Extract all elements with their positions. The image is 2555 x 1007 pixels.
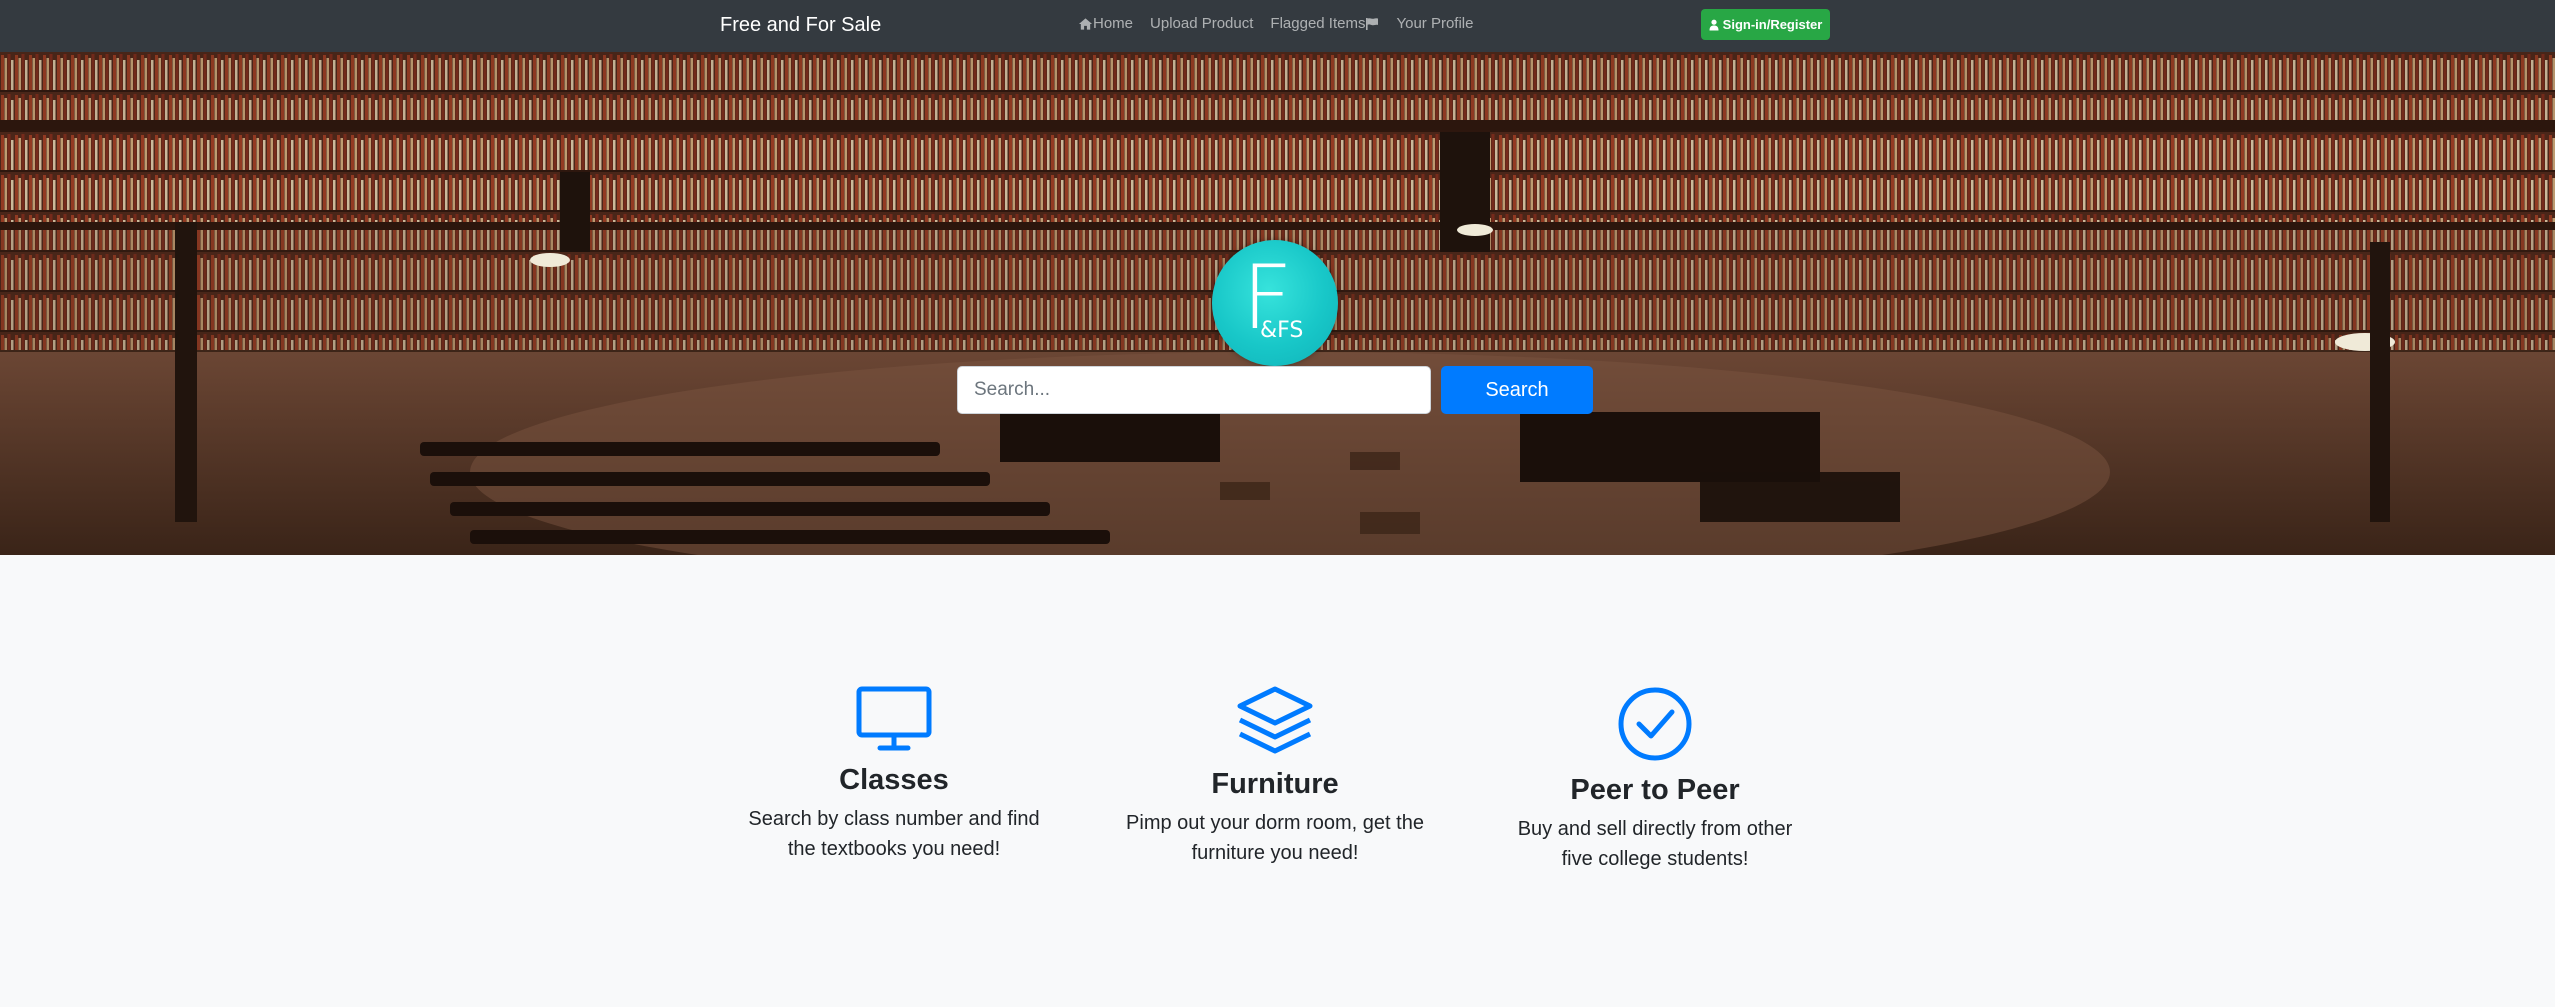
feature-title: Peer to Peer [1570,774,1740,806]
feature-description: Pimp out your dorm room, get the furnitu… [1126,812,1424,864]
feature-description: Search by class number and find the text… [748,808,1040,860]
home-icon [1078,18,1093,30]
logo-subtext: &FS [1260,318,1304,343]
layers-icon [1237,686,1313,754]
nav-profile-link[interactable]: Your Profile [1396,14,1473,34]
nav-home-link[interactable]: Home [1078,14,1133,34]
nav-profile-label: Your Profile [1396,15,1474,32]
ffs-logo: F &FS [1212,240,1338,366]
feature-description: Buy and sell directly from other five co… [1517,818,1793,870]
feature-furniture: Furniture Pimp out your dorm room, get t… [1105,686,1445,868]
nav-upload-link[interactable]: Upload Product [1150,14,1253,34]
search-button[interactable]: Search [1441,366,1593,414]
feature-title: Classes [839,764,949,796]
nav-upload-label: Upload Product [1150,15,1254,32]
search-input[interactable] [957,366,1431,414]
hero-banner: F &FS Search [0,52,2555,555]
signin-label: Sign-in/Register [1722,17,1823,32]
user-icon [1709,19,1719,30]
nav-links: Home Upload Product Flagged Items Your P… [1078,14,1473,34]
feature-classes: Classes Search by class number and find … [724,686,1064,864]
nav-home-label: Home [1093,15,1134,32]
nav-flagged-label: Flagged Items [1270,15,1366,32]
monitor-icon [856,686,932,751]
top-navbar: Free and For Sale Home Upload Product Fl… [0,0,2555,52]
nav-flagged-link[interactable]: Flagged Items [1270,14,1379,34]
signin-register-button[interactable]: Sign-in/Register [1701,9,1830,40]
check-circle-icon [1618,687,1692,761]
flag-icon [1366,18,1379,30]
brand-title[interactable]: Free and For Sale [720,12,881,38]
feature-peer-to-peer: Peer to Peer Buy and sell directly from … [1485,686,1825,874]
feature-title: Furniture [1211,768,1339,800]
